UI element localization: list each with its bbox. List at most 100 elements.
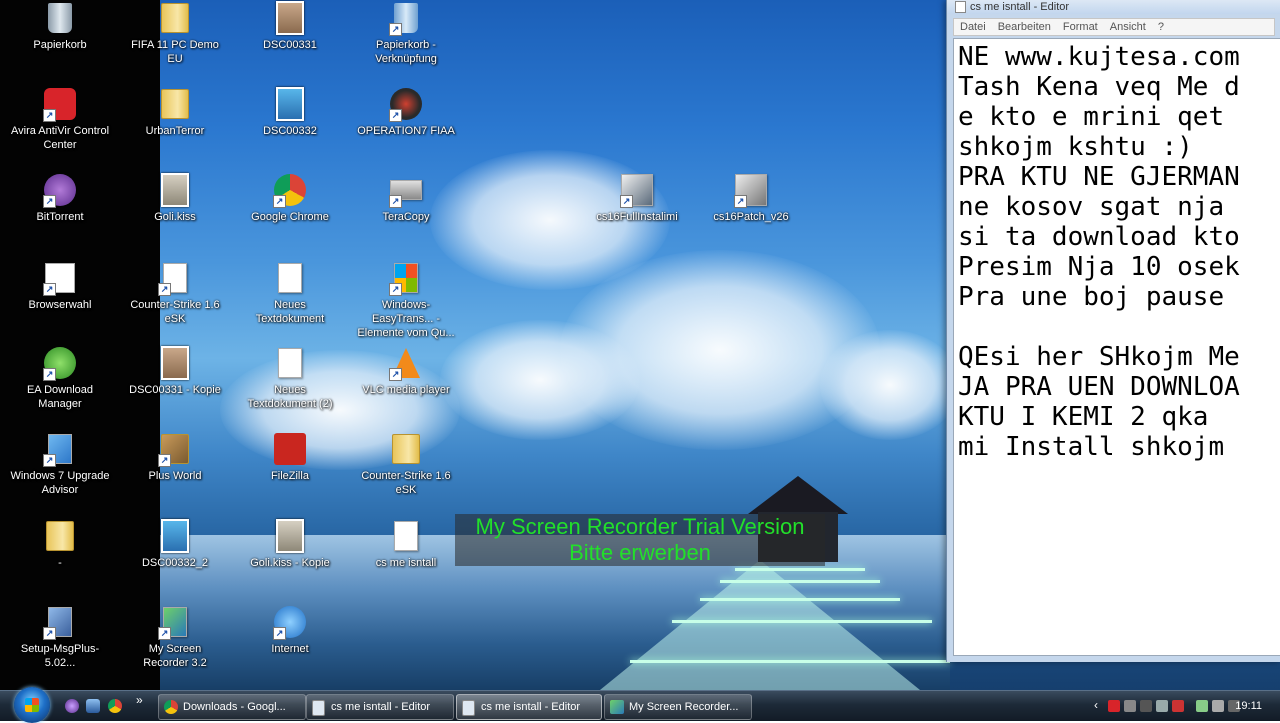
desktop-icon-papierkorb[interactable]: Papierkorb xyxy=(10,2,110,52)
desktop-icon-dsc00331[interactable]: DSC00331 xyxy=(240,1,340,52)
avira-icon: ↗ xyxy=(43,88,76,122)
desktop-icon-operation7[interactable]: ↗ OPERATION7 FIAA xyxy=(356,88,456,138)
hut-roof xyxy=(748,476,848,514)
quicklaunch-icon[interactable] xyxy=(65,699,79,713)
desktop-icon-dsc00331-kopie[interactable]: DSC00331 - Kopie xyxy=(125,346,225,397)
desktop-icon-ea-download-manager[interactable]: ↗ EA Download Manager xyxy=(10,347,110,411)
filezilla-icon xyxy=(274,433,306,465)
volume-icon[interactable] xyxy=(1156,700,1168,712)
browser-choice-icon: ↗ xyxy=(43,262,76,296)
text-line: Tash Kena veq Me d xyxy=(958,72,1240,102)
desktop-icon-counter-strike-esk-b[interactable]: Counter-Strike 1.6 eSK xyxy=(356,433,456,497)
setup-icon: ↗ xyxy=(43,606,76,640)
operation7-icon: ↗ xyxy=(389,88,422,122)
desktop-icon-cs16patch[interactable]: ↗ cs16Patch_v26 xyxy=(701,174,801,224)
text-line: NE www.kujtesa.com xyxy=(958,42,1240,72)
desktop-icon-urbanterror[interactable]: UrbanTerror xyxy=(125,88,225,138)
pier-light xyxy=(735,568,865,571)
folder-icon xyxy=(159,2,191,34)
desktop-icon-papierkorb-verknuepfung[interactable]: ↗ Papierkorb - Verknüpfung xyxy=(356,2,456,66)
photo-icon xyxy=(274,87,306,121)
desktop-icon-my-screen-recorder[interactable]: ↗ My Screen Recorder 3.2 xyxy=(125,606,225,670)
avira-tray-icon[interactable] xyxy=(1108,700,1120,712)
pier-light xyxy=(630,660,950,663)
photo-icon xyxy=(159,173,191,207)
tray-icon[interactable] xyxy=(1172,700,1184,712)
start-button[interactable] xyxy=(14,687,50,723)
desktop-icon-avira[interactable]: ↗ Avira AntiVir Control Center xyxy=(10,88,110,152)
desktop-icon-vlc[interactable]: ↗ VLC media player xyxy=(356,347,456,397)
taskbar-button-downloads[interactable]: Downloads - Googl... xyxy=(158,694,306,720)
tray-icon[interactable] xyxy=(1140,700,1152,712)
menu-ansicht[interactable]: Ansicht xyxy=(1104,21,1152,33)
desktop-icon-plus-world[interactable]: ↗ Plus World xyxy=(125,433,225,483)
taskbar-button-editor-2[interactable]: cs me isntall - Editor xyxy=(456,694,602,720)
desktop-icon-browserwahl[interactable]: ↗ Browserwahl xyxy=(10,262,110,312)
ea-icon: ↗ xyxy=(43,347,76,381)
desktop-icon-neues-textdokument-2[interactable]: Neues Textdokument (2) xyxy=(240,347,340,411)
menu-datei[interactable]: Datei xyxy=(954,21,992,33)
text-line: ne kosov sgat nja xyxy=(958,192,1225,222)
calendar-icon: ↗ xyxy=(158,262,191,296)
notepad-window[interactable]: cs me isntall - Editor Datei Bearbeiten Fo… xyxy=(946,0,1280,662)
watermark-line-1: My Screen Recorder Trial Version xyxy=(475,514,805,539)
clock[interactable]: 19:11 xyxy=(1235,691,1262,721)
notepad-titlebar[interactable]: cs me isntall - Editor xyxy=(947,0,1280,14)
desktop-icon-windows-easytransfer[interactable]: ↗ Windows-EasyTrans... - Elemente vom Qu… xyxy=(356,262,456,340)
notepad-text-area[interactable]: NE www.kujtesa.com Tash Kena veq Me d e … xyxy=(953,38,1280,656)
desktop-icon-counter-strike-esk-a[interactable]: ↗ Counter-Strike 1.6 eSK xyxy=(125,262,225,326)
desktop-icon-dsc00332[interactable]: DSC00332 xyxy=(240,87,340,138)
desktop-icon-bittorrent[interactable]: ↗ BitTorrent xyxy=(10,174,110,224)
desktop-icon-dsc00332-2[interactable]: DSC00332_2 xyxy=(125,519,225,570)
plus-world-icon: ↗ xyxy=(158,433,191,467)
desktop-icon-neues-textdokument[interactable]: Neues Textdokument xyxy=(240,262,340,326)
show-hidden-icons-button[interactable]: ‹ xyxy=(1094,698,1098,712)
photo-icon xyxy=(159,346,191,380)
taskbar-button-screen-recorder[interactable]: My Screen Recorder... xyxy=(604,694,752,720)
folder-icon xyxy=(44,520,76,552)
pier-light xyxy=(700,598,900,601)
text-line: e kto e mrini qet xyxy=(958,102,1225,132)
photo-icon xyxy=(274,1,306,35)
text-line: si ta download kto xyxy=(958,222,1240,252)
window-title: cs me isntall - Editor xyxy=(970,1,1070,13)
desktop-icon-setup-msgplus[interactable]: ↗ Setup-MsgPlus-5.02... xyxy=(10,606,110,670)
cs-patch-icon: ↗ xyxy=(734,174,767,208)
text-line: QEsi her SHkojm Me xyxy=(958,342,1240,372)
taskbar: » Downloads - Googl... cs me isntall - E… xyxy=(0,687,1280,723)
desktop-icon-golikiss[interactable]: Goli.kiss xyxy=(125,173,225,224)
teracopy-icon: ↗ xyxy=(389,174,422,208)
quicklaunch-overflow-icon[interactable]: » xyxy=(136,693,143,707)
show-desktop-icon[interactable] xyxy=(86,699,100,713)
tray-icon[interactable] xyxy=(1124,700,1136,712)
desktop-icon-golikiss-kopie[interactable]: Goli.kiss - Kopie xyxy=(240,519,340,570)
desktop-icon-teracopy[interactable]: ↗ TeraCopy xyxy=(356,174,456,224)
taskbar-button-editor-1[interactable]: cs me isntall - Editor xyxy=(306,694,454,720)
desktop-icon-win7-upgrade[interactable]: ↗ Windows 7 Upgrade Advisor xyxy=(10,433,110,497)
desktop-icon-filezilla[interactable]: FileZilla xyxy=(240,433,340,483)
tray-icon[interactable] xyxy=(1212,700,1224,712)
photo-icon xyxy=(274,519,306,553)
notepad-icon xyxy=(955,1,966,14)
screen-recorder-icon: ↗ xyxy=(158,606,191,640)
document-icon xyxy=(274,262,306,294)
chrome-icon xyxy=(164,700,178,714)
desktop-icon-cs-me-isntall[interactable]: cs me isntall xyxy=(356,520,456,570)
recycle-bin-icon: ↗ xyxy=(389,2,422,36)
desktop-icon-internet[interactable]: ↗ Internet xyxy=(240,606,340,656)
windows-upgrade-icon: ↗ xyxy=(43,433,76,467)
menu-bar: Datei Bearbeiten Format Ansicht? xyxy=(953,18,1275,36)
menu-format[interactable]: Format xyxy=(1057,21,1104,33)
desktop-icon-cs16fullinstalimi[interactable]: ↗ cs16FullInstalimi xyxy=(587,174,687,224)
cloud xyxy=(820,330,960,440)
menu-help[interactable]: ? xyxy=(1152,21,1170,33)
desktop-icon-google-chrome[interactable]: ↗ Google Chrome xyxy=(240,174,340,224)
text-line xyxy=(954,312,1280,342)
network-icon[interactable] xyxy=(1196,700,1208,712)
desktop-icon-fifa11[interactable]: FIFA 11 PC Demo EU xyxy=(125,2,225,66)
chrome-icon[interactable] xyxy=(108,699,122,713)
desktop-icon-dash-folder[interactable]: - xyxy=(10,520,110,570)
menu-bearbeiten[interactable]: Bearbeiten xyxy=(992,21,1057,33)
text-line: KTU I KEMI 2 qka xyxy=(958,402,1209,432)
watermark-line-2: Bitte erwerben xyxy=(569,540,711,565)
